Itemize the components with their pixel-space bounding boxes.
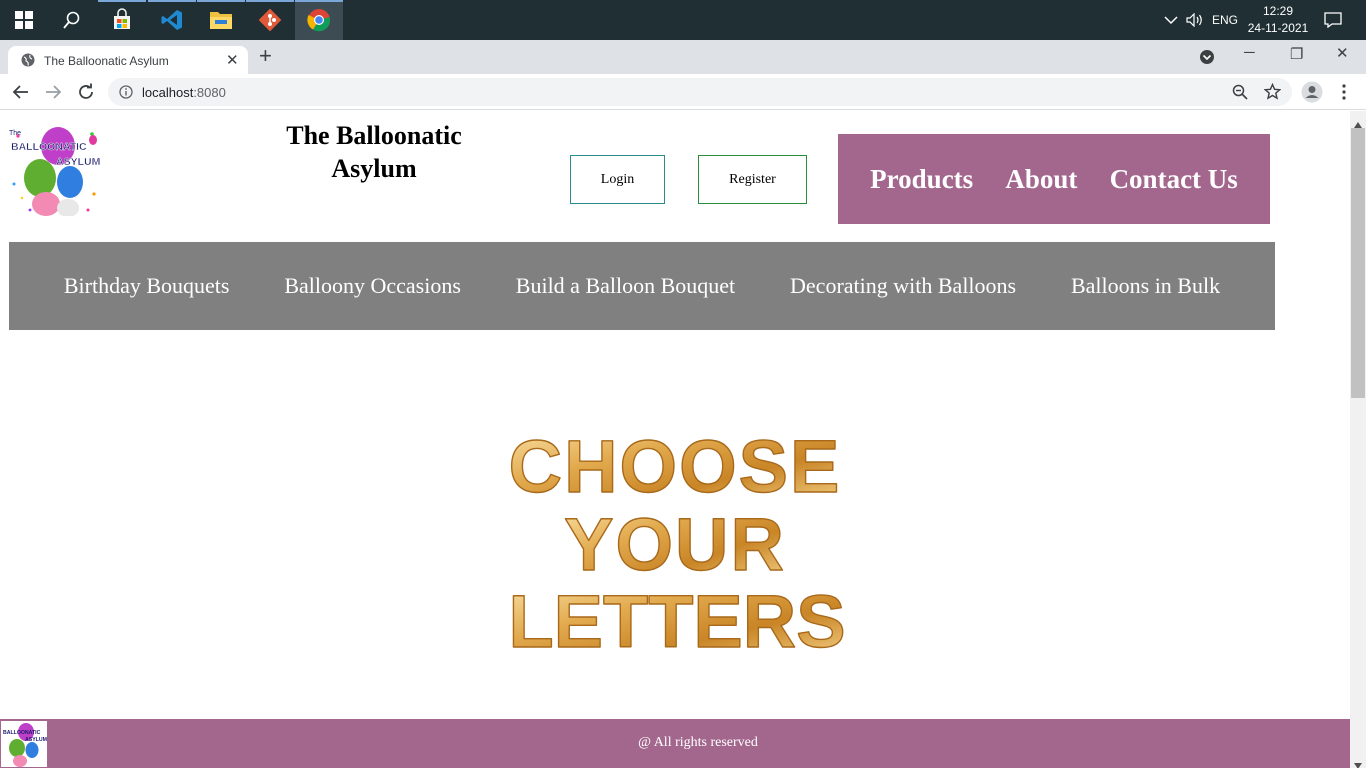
site-logo[interactable]: The BALLOONATIC ASYLUM [8, 124, 101, 217]
category-link-decorating-with-balloons[interactable]: Decorating with Balloons [790, 273, 1016, 299]
restore-window-icon[interactable]: ❐ [1290, 45, 1303, 63]
browser-toolbar: localhost:8080 [0, 74, 1366, 110]
nav-link-products[interactable]: Products [870, 164, 973, 195]
address-bar[interactable]: localhost:8080 [108, 78, 1292, 106]
scroll-down-arrow-icon[interactable] [1354, 756, 1362, 768]
git-icon[interactable] [246, 0, 294, 40]
windows-start-icon[interactable] [0, 0, 48, 40]
tab-title: The Balloonatic Asylum [44, 54, 169, 68]
forward-arrow-icon[interactable] [44, 83, 62, 101]
logo-text-asylum: ASYLUM [56, 156, 100, 168]
tab-search-icon[interactable] [1199, 49, 1215, 69]
store-icon[interactable] [98, 0, 146, 40]
site-title: The Balloonatic Asylum [286, 121, 462, 183]
language-indicator[interactable]: ENG [1212, 0, 1238, 40]
system-clock[interactable]: 12:29 24-11-2021 [1240, 3, 1316, 37]
vscode-icon[interactable] [148, 0, 196, 40]
show-hidden-icons-chevron-icon[interactable] [1164, 0, 1178, 40]
nav-link-contact-us[interactable]: Contact Us [1110, 164, 1238, 195]
login-button[interactable]: Login [570, 155, 665, 204]
register-button[interactable]: Register [698, 155, 807, 204]
url-port: :8080 [193, 85, 226, 100]
browser-tab-strip: The Balloonatic Asylum ✕ + [0, 40, 1366, 74]
clock-time: 12:29 [1262, 4, 1294, 18]
volume-icon[interactable] [1186, 0, 1204, 40]
back-arrow-icon[interactable] [12, 83, 30, 101]
category-navigation: Birthday Bouquets Balloony Occasions Bui… [9, 242, 1275, 330]
bookmark-star-icon[interactable] [1263, 82, 1282, 105]
category-link-balloons-in-bulk[interactable]: Balloons in Bulk [1071, 273, 1220, 299]
notification-center-icon[interactable] [1324, 0, 1342, 40]
search-icon[interactable] [48, 0, 96, 40]
chrome-menu-kebab-icon[interactable] [1337, 83, 1351, 106]
scrollbar-thumb[interactable] [1351, 128, 1365, 398]
site-footer: BALLOONATIC ASYLUM @ All rights reserved [0, 719, 1350, 768]
category-link-birthday-bouquets[interactable]: Birthday Bouquets [64, 273, 230, 299]
hero-line-letters: LETTERS [508, 580, 845, 651]
nav-link-about[interactable]: About [1005, 164, 1077, 195]
page-viewport: The BALLOONATIC ASYLUM The Balloonatic A… [0, 111, 1350, 768]
footer-copyright: @ All rights reserved [638, 735, 758, 750]
url-host: localhost [142, 85, 194, 100]
hero-balloon-letters-image: CHOOSE YOUR LETTERS [490, 406, 860, 663]
windows-taskbar: ENG 12:29 24-11-2021 [0, 0, 1366, 40]
chrome-icon[interactable] [295, 0, 343, 40]
hero-line-choose: CHOOSE [509, 425, 842, 508]
clock-date: 24-11-2021 [1247, 21, 1309, 35]
logo-text-balloonatic: BALLOONATIC [11, 141, 87, 153]
tab-close-icon[interactable]: ✕ [226, 51, 239, 69]
minimize-window-icon[interactable]: ─ [1244, 44, 1255, 61]
category-link-balloony-occasions[interactable]: Balloony Occasions [284, 273, 461, 299]
zoom-icon[interactable] [1232, 84, 1248, 105]
globe-icon [21, 53, 35, 72]
new-tab-plus-icon[interactable]: + [259, 45, 272, 67]
reload-icon[interactable] [77, 83, 95, 101]
browser-tab[interactable]: The Balloonatic Asylum ✕ [8, 46, 248, 74]
profile-avatar-icon[interactable] [1301, 81, 1323, 108]
main-navigation: Products About Contact Us [838, 134, 1270, 224]
url-text: localhost:8080 [142, 85, 226, 100]
file-explorer-icon[interactable] [197, 0, 245, 40]
logo-text-the: The [9, 130, 21, 137]
close-window-icon[interactable]: ✕ [1336, 44, 1349, 62]
hero-line-your: YOUR [564, 503, 786, 586]
site-info-icon[interactable] [119, 85, 133, 104]
category-link-build-a-balloon-bouquet[interactable]: Build a Balloon Bouquet [516, 273, 735, 299]
